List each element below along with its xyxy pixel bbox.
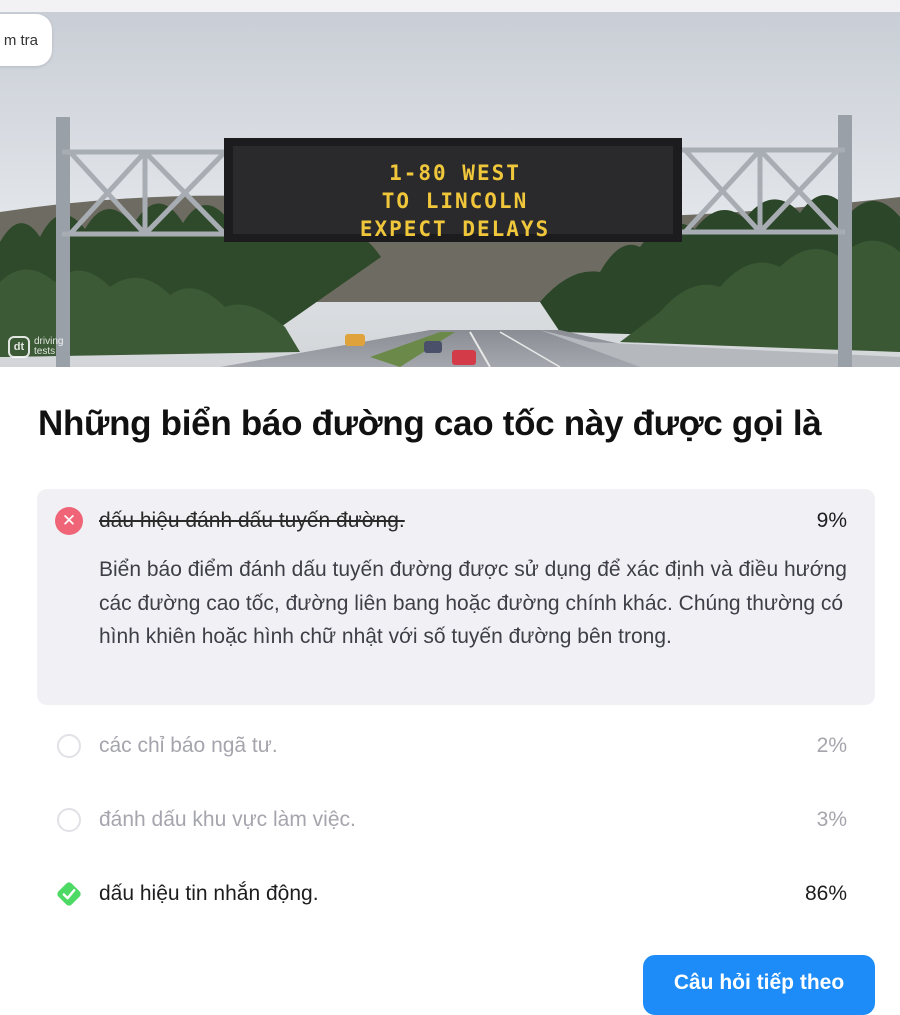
answer-explanation: Biển báo điểm đánh dấu tuyến đường được …	[99, 558, 847, 648]
watermark-text: driving tests	[34, 336, 64, 357]
answer-text: đánh dấu khu vực làm việc.	[99, 808, 356, 831]
back-button[interactable]: m tra	[0, 14, 52, 66]
answer-percent: 86%	[804, 882, 847, 905]
answer-percent: 9%	[816, 509, 847, 532]
driving-tests-logo-icon: dt	[8, 336, 30, 358]
correct-check-icon	[55, 880, 83, 908]
next-question-button[interactable]: Câu hỏi tiếp theo	[643, 955, 875, 1015]
answer-option[interactable]: các chỉ báo ngã tư. 2%	[37, 709, 875, 783]
sign-message: 1-80 WEST TO LINCOLN EXPECT DELAYS	[230, 159, 680, 243]
answer-option[interactable]: đánh dấu khu vực làm việc. 3%	[37, 783, 875, 857]
sign-line: 1-80 WEST	[389, 161, 521, 185]
answer-percent: 2%	[816, 734, 847, 757]
back-button-label: m tra	[3, 31, 38, 49]
radio-circle-icon	[57, 808, 81, 832]
question-title: Những biển báo đường cao tốc này được gọ…	[38, 404, 822, 443]
answer-percent: 3%	[816, 808, 847, 831]
answer-list: ✕ dấu hiệu đánh dấu tuyến đường. 9% Biển…	[37, 489, 875, 931]
watermark: dt driving tests	[8, 336, 74, 358]
radio-circle-icon	[57, 734, 81, 758]
sign-line: EXPECT DELAYS	[359, 217, 551, 241]
answer-text: dấu hiệu đánh dấu tuyến đường.	[99, 509, 405, 532]
top-bar	[0, 0, 900, 12]
wrong-x-icon: ✕	[55, 507, 83, 535]
question-image: 1-80 WEST TO LINCOLN EXPECT DELAYS dt dr…	[0, 12, 900, 367]
sign-line: TO LINCOLN	[381, 189, 529, 213]
answer-option-correct[interactable]: dấu hiệu tin nhắn động. 86%	[37, 857, 875, 931]
answer-option-wrong[interactable]: ✕ dấu hiệu đánh dấu tuyến đường. 9% Biển…	[37, 489, 875, 705]
answer-text: các chỉ báo ngã tư.	[99, 734, 278, 757]
answer-text: dấu hiệu tin nhắn động.	[99, 882, 319, 905]
